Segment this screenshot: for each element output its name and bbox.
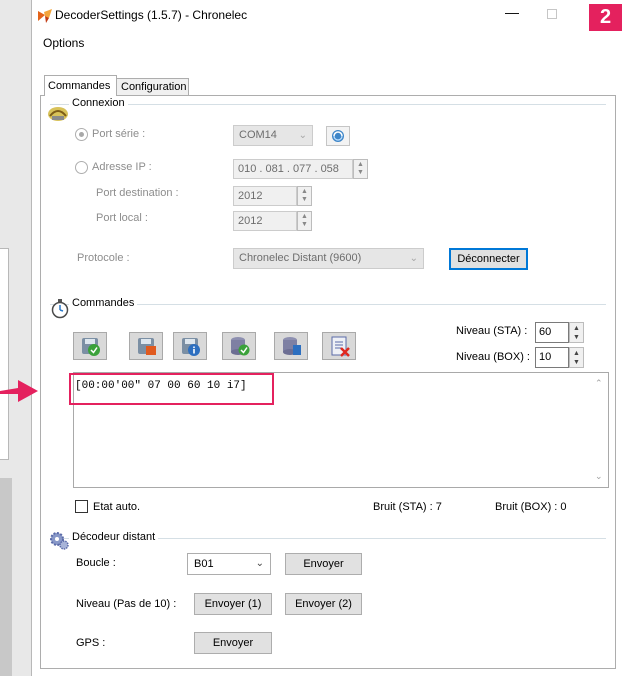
niveau-envoyer-1-button[interactable]: Envoyer (1) [194,593,272,615]
scroll-up-icon[interactable]: ⌃ [595,378,603,389]
floppy-info-icon [182,338,200,356]
gps-label: GPS : [76,637,106,649]
stopwatch-icon [51,299,69,319]
decodeur-title: Décodeur distant [69,531,159,543]
background-document [0,0,31,676]
protocole-value: Chronelec Distant (9600) [239,252,362,264]
menu-options[interactable]: Options [43,36,84,50]
protocole-select[interactable]: Chronelec Distant (9600) ⌄ [233,248,424,269]
etat-auto-checkbox[interactable] [75,500,88,513]
port-serie-value: COM14 [239,129,277,141]
niveau-box-spinner[interactable]: ▲ ▼ [569,347,584,368]
command-button-2[interactable] [129,332,163,360]
port-destination-label: Port destination : [96,187,179,199]
floppy-start-icon [82,338,100,356]
niveau-box-label: Niveau (BOX) : [456,351,530,363]
gears-icon [50,532,69,550]
log-scrollbar[interactable]: ⌃ ⌄ [591,373,608,487]
port-local-label: Port local : [96,212,148,224]
command-button-5[interactable] [274,332,308,360]
port-serie-select[interactable]: COM14 ⌄ [233,125,313,146]
minimize-button[interactable]: — [504,5,520,21]
connexion-title: Connexion [69,97,128,109]
database-check-icon [231,337,250,356]
connexion-icon [48,107,68,121]
refresh-ports-button[interactable] [326,126,350,146]
commandes-title: Commandes [69,297,138,309]
niveau-sta-input[interactable]: 60 [535,322,569,343]
command-button-6[interactable] [322,332,356,360]
scroll-down-icon[interactable]: ⌄ [595,471,603,482]
annotation-arrow-icon [0,380,38,402]
refresh-icon [332,130,344,142]
background-grey-panel [0,478,12,676]
port-local-field[interactable]: 2012 [233,211,297,231]
app-icon [38,9,52,23]
boucle-select[interactable]: B01 ⌄ [187,553,271,575]
floppy-stop-icon [138,338,156,355]
port-destination-field[interactable]: 2012 [233,186,297,206]
menu-bar: Options [32,30,622,54]
niveau-envoyer-2-button[interactable]: Envoyer (2) [285,593,362,615]
niveau-pas-label: Niveau (Pas de 10) : [76,598,177,610]
chevron-down-icon: ⌄ [298,130,307,141]
command-button-3[interactable] [173,332,207,360]
etat-auto-label: Etat auto. [93,501,141,513]
chevron-down-icon: ⌄ [409,253,418,264]
log-line-highlighted: [00:00'00" 07 00 60 10 i7] [69,373,274,405]
niveau-box-input[interactable]: 10 [535,347,569,368]
gps-envoyer-button[interactable]: Envoyer [194,632,272,654]
command-button-4[interactable] [222,332,256,360]
bruit-sta-value: Bruit (STA) : 7 [373,501,442,513]
port-local-spinner[interactable]: ▲ ▼ [297,211,312,231]
database-help-icon [283,337,301,355]
maximize-button[interactable] [543,6,559,22]
document-delete-icon [331,336,350,357]
tab-commandes[interactable]: Commandes [44,75,117,96]
adresse-ip-field[interactable]: 010 . 081 . 077 . 058 [233,159,353,179]
boucle-label: Boucle : [76,557,116,569]
decoder-settings-window: DecoderSettings (1.5.7) - Chronelec — 2 … [31,0,622,676]
title-bar[interactable]: DecoderSettings (1.5.7) - Chronelec — 2 [32,0,622,31]
deconnecter-button[interactable]: Déconnecter [449,248,528,270]
niveau-sta-spinner[interactable]: ▲ ▼ [569,322,584,343]
adresse-ip-label: Adresse IP : [92,161,152,173]
chevron-down-icon: ⌄ [255,558,264,569]
port-serie-label: Port série : [92,128,146,140]
niveau-sta-label: Niveau (STA) : [456,325,528,337]
background-paper [0,248,9,460]
step-badge: 2 [589,4,622,31]
command-button-1[interactable] [73,332,107,360]
boucle-envoyer-button[interactable]: Envoyer [285,553,362,575]
connexion-group-border [50,104,606,105]
port-destination-spinner[interactable]: ▲ ▼ [297,186,312,206]
boucle-value: B01 [194,558,214,570]
adresse-ip-spinner[interactable]: ▲ ▼ [353,159,368,179]
protocole-label: Protocole : [77,252,130,264]
adresse-ip-radio[interactable] [75,161,88,174]
port-serie-radio[interactable] [75,128,88,141]
window-title: DecoderSettings (1.5.7) - Chronelec [55,8,248,22]
tab-configuration[interactable]: Configuration [117,78,189,96]
bruit-box-value: Bruit (BOX) : 0 [495,501,567,513]
